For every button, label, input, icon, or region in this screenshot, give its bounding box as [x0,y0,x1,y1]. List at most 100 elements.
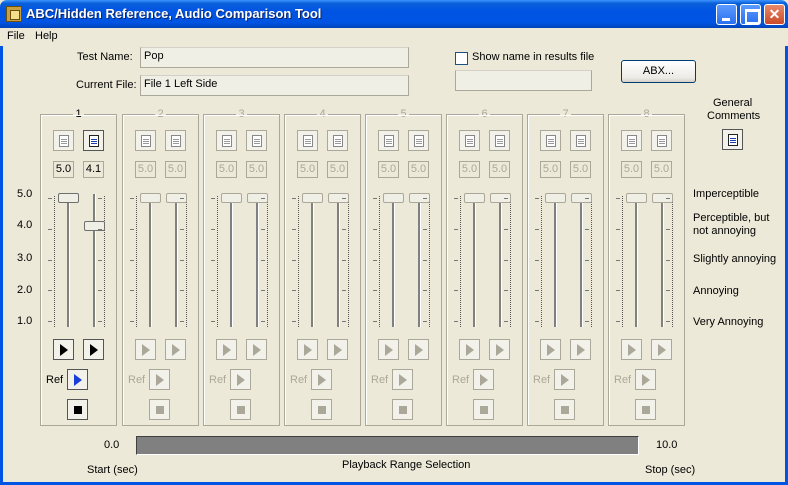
play-reference-button[interactable] [230,369,251,390]
play-reference-button[interactable] [473,369,494,390]
slider-tick [261,290,265,292]
slider-tick [261,259,265,261]
play-left-button[interactable] [297,339,318,360]
stop-button[interactable] [635,399,656,420]
rating-slider-left[interactable] [221,193,242,203]
menu-help[interactable]: Help [35,30,58,42]
rating-right-value: 5.0 [246,161,267,178]
play-left-button[interactable] [540,339,561,360]
slider-track-left [149,194,152,327]
play-right-button[interactable] [408,339,429,360]
close-button[interactable]: ✕ [764,4,785,25]
play-right-button[interactable] [83,339,104,360]
rating-slider-left[interactable] [383,193,404,203]
play-left-button[interactable] [459,339,480,360]
comment-left-button[interactable] [53,130,74,151]
play-left-button[interactable] [53,339,74,360]
slider-tick [373,228,377,230]
play-right-button[interactable] [489,339,510,360]
abx-button[interactable]: ABX... [621,60,696,83]
comment-right-button[interactable] [165,130,186,151]
stop-button[interactable] [473,399,494,420]
comment-left-button[interactable] [378,130,399,151]
comment-right-button[interactable] [651,130,672,151]
stop-button[interactable] [392,399,413,420]
play-right-button[interactable] [327,339,348,360]
result-name-field [455,70,592,91]
comment-right-button[interactable] [408,130,429,151]
title-bar[interactable]: ABC/Hidden Reference, Audio Comparison T… [0,0,788,28]
stop-button[interactable] [554,399,575,420]
play-right-button[interactable] [651,339,672,360]
comment-left-button[interactable] [540,130,561,151]
slider-tick [342,259,346,261]
comment-icon [89,135,99,147]
slider-tick [98,290,102,292]
channel-number: 1 [73,108,84,120]
play-reference-button[interactable] [635,369,656,390]
slider-tick [211,259,215,261]
desc-annoying: Annoying [693,285,739,297]
comment-icon [333,135,343,147]
slider-tick [666,321,670,322]
minimize-button[interactable] [716,4,737,25]
comment-left-button[interactable] [297,130,318,151]
slider-tick [454,321,458,322]
rating-slider-left[interactable] [464,193,485,203]
rating-slider-left[interactable] [58,193,79,203]
play-reference-button[interactable] [311,369,332,390]
play-left-button[interactable] [621,339,642,360]
stop-button[interactable] [67,399,88,420]
slider-tick [423,290,427,292]
comment-left-button[interactable] [135,130,156,151]
stop-button[interactable] [311,399,332,420]
play-right-button[interactable] [165,339,186,360]
slider-tick [504,198,508,199]
slider-tick [342,228,346,230]
slider-track-right [256,194,259,327]
play-left-button[interactable] [216,339,237,360]
slider-tick [504,321,508,322]
playback-range-bar[interactable] [136,436,639,455]
play-reference-button[interactable] [67,369,88,390]
maximize-button[interactable] [740,4,761,25]
slider-tick [130,321,134,322]
general-comments-button[interactable] [722,129,743,150]
slider-ticks-left [54,196,55,327]
show-name-checkbox[interactable] [455,52,468,65]
slider-tick [535,259,539,261]
slider-track-right [580,194,583,327]
rating-slider-left[interactable] [140,193,161,203]
play-reference-button[interactable] [554,369,575,390]
slider-track-left [554,194,557,327]
play-right-button[interactable] [570,339,591,360]
play-left-button[interactable] [135,339,156,360]
comment-right-button[interactable] [570,130,591,151]
comment-right-button[interactable] [83,130,104,151]
play-reference-button[interactable] [149,369,170,390]
channel-panel-4: 4 5.0 5.0 Ref [284,108,361,426]
scale-label-2: 2.0 [17,284,33,296]
rating-slider-left[interactable] [302,193,323,203]
channel-panel-1: 1 5.0 4.1 Ref [40,108,117,426]
rating-slider-left[interactable] [545,193,566,203]
comment-right-button[interactable] [489,130,510,151]
play-right-button[interactable] [246,339,267,360]
comment-right-button[interactable] [246,130,267,151]
rating-slider-left[interactable] [626,193,647,203]
comment-icon [222,135,232,147]
play-reference-button[interactable] [392,369,413,390]
test-name-field: Pop [140,47,409,68]
slider-tick [211,321,215,322]
stop-button[interactable] [149,399,170,420]
slider-tick [585,259,589,261]
play-left-button[interactable] [378,339,399,360]
comment-left-button[interactable] [459,130,480,151]
comment-right-button[interactable] [327,130,348,151]
slider-tick [292,321,296,322]
stop-button[interactable] [230,399,251,420]
comment-left-button[interactable] [621,130,642,151]
channel-panel-2: 2 5.0 5.0 Ref [122,108,199,426]
menu-file[interactable]: File [7,30,25,42]
comment-left-button[interactable] [216,130,237,151]
